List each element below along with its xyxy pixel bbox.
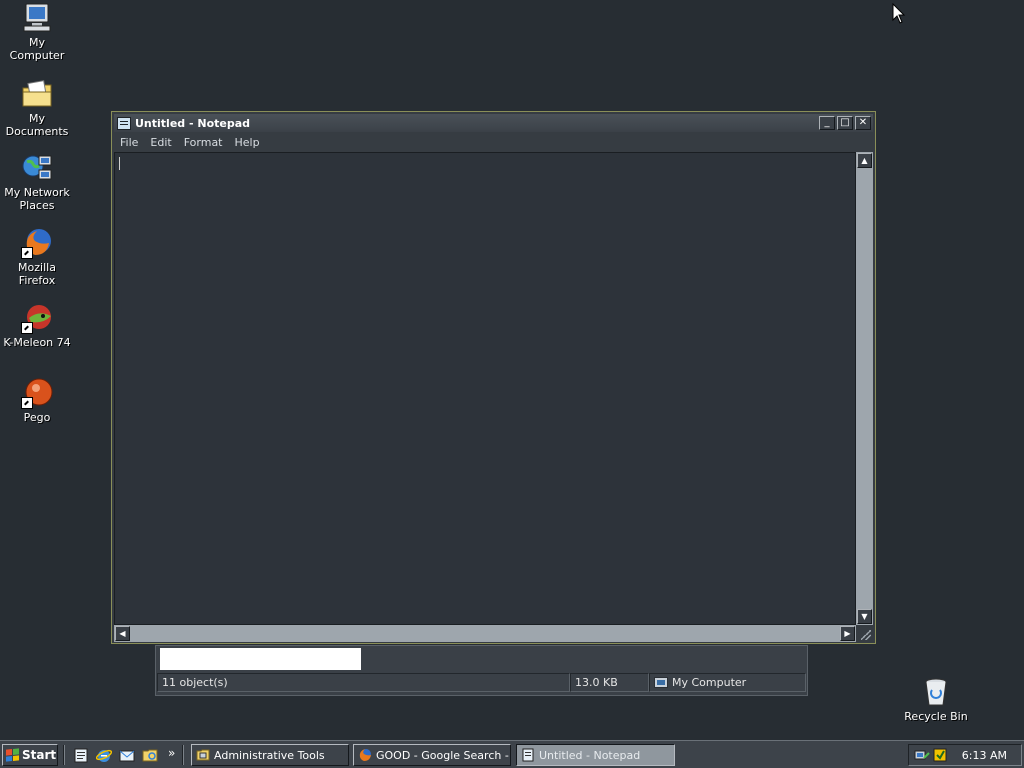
desktop-icon-label: My Computer — [9, 36, 65, 62]
firefox-icon — [359, 749, 371, 761]
menu-help[interactable]: Help — [229, 136, 266, 149]
status-bar: 11 object(s) 13.0 KB My Computer — [157, 673, 806, 692]
start-label: Start — [22, 748, 57, 762]
my-documents-icon — [21, 78, 53, 110]
desktop-icon-my-documents[interactable]: My Documents — [0, 78, 74, 138]
task-label: Administrative Tools — [214, 748, 325, 762]
desktop-icon-network-places[interactable]: My Network Places — [0, 152, 74, 212]
firefox-icon — [21, 227, 53, 259]
menu-format[interactable]: Format — [178, 136, 229, 149]
desktop-icon-label: My Network Places — [4, 186, 70, 212]
title-bar[interactable]: Untitled - Notepad _ □ ✕ — [114, 114, 873, 132]
task-notepad[interactable]: Untitled - Notepad — [516, 744, 675, 766]
close-icon: ✕ — [858, 117, 868, 128]
close-button[interactable]: ✕ — [855, 116, 871, 130]
scroll-down-button[interactable]: ▼ — [857, 609, 872, 624]
scroll-left-button[interactable]: ◀ — [115, 626, 130, 641]
my-computer-icon — [654, 677, 668, 688]
administrative-tools-icon — [196, 749, 210, 761]
status-location: My Computer — [649, 673, 806, 692]
desktop-icon-label: Mozilla Firefox — [18, 261, 56, 287]
start-button[interactable]: Start — [2, 744, 58, 766]
taskbar: Start » Administrative Tools GOOD - Goog… — [0, 740, 1024, 768]
taskbar-separator — [182, 745, 184, 765]
status-location-label: My Computer — [672, 676, 747, 689]
clock[interactable]: 6:13 AM — [962, 749, 1007, 762]
desktop-icon-label: My Documents — [5, 112, 69, 138]
task-google-search[interactable]: GOOD - Google Search - ... — [353, 744, 511, 766]
shortcut-arrow-icon — [21, 247, 33, 259]
folder-icon[interactable] — [142, 747, 158, 763]
scroll-up-button[interactable]: ▲ — [857, 153, 872, 168]
text-editor[interactable] — [114, 152, 856, 625]
windows-logo-icon — [6, 748, 19, 762]
desktop-icon-label: Recycle Bin — [904, 710, 968, 723]
menu-file[interactable]: File — [114, 136, 144, 149]
text-caret — [119, 157, 120, 170]
desktop-icon-label: K-Meleon 74 — [3, 336, 71, 349]
window-title: Untitled - Notepad — [135, 116, 251, 130]
system-tray: 6:13 AM — [908, 744, 1022, 766]
scroll-right-button[interactable]: ▶ — [840, 626, 855, 641]
notepad-icon[interactable] — [117, 116, 131, 130]
network-tray-icon[interactable] — [914, 748, 930, 762]
pego-icon — [21, 377, 53, 409]
horizontal-scrollbar[interactable]: ◀ ▶ — [114, 625, 856, 642]
status-size: 13.0 KB — [570, 673, 649, 692]
update-tray-icon[interactable] — [933, 748, 947, 762]
resize-grip[interactable] — [856, 625, 873, 642]
notepad-icon[interactable] — [73, 747, 89, 763]
status-object-count: 11 object(s) — [157, 673, 570, 692]
notepad-icon — [522, 748, 534, 762]
recycle-bin-icon — [920, 676, 952, 708]
maximize-button[interactable]: □ — [837, 116, 853, 130]
quick-launch-overflow[interactable]: » — [168, 746, 175, 760]
task-label: GOOD - Google Search - ... — [376, 748, 511, 762]
menu-edit[interactable]: Edit — [144, 136, 177, 149]
maximize-icon: □ — [840, 117, 850, 128]
network-places-icon — [21, 152, 53, 184]
minimize-icon: _ — [824, 117, 830, 128]
my-computer-icon — [21, 2, 53, 34]
notepad-window[interactable]: Untitled - Notepad _ □ ✕ File Edit Forma… — [111, 111, 876, 644]
desktop-icon-k-meleon[interactable]: K-Meleon 74 — [0, 302, 74, 349]
desktop-icon-my-computer[interactable]: My Computer — [0, 2, 74, 62]
desktop-icon-recycle-bin[interactable]: Recycle Bin — [900, 676, 972, 723]
k-meleon-icon — [21, 302, 53, 334]
shortcut-arrow-icon — [21, 322, 33, 334]
desktop-icon-label: Pego — [23, 411, 51, 424]
taskbar-separator — [63, 745, 65, 765]
mouse-cursor-icon — [892, 3, 906, 24]
outlook-icon[interactable] — [119, 747, 135, 763]
ie-icon[interactable] — [96, 747, 112, 763]
task-label: Untitled - Notepad — [539, 748, 641, 762]
shortcut-arrow-icon — [21, 397, 33, 409]
minimize-button[interactable]: _ — [819, 116, 835, 130]
vertical-scrollbar[interactable]: ▲ ▼ — [856, 152, 873, 625]
desktop-icon-pego[interactable]: Pego — [0, 377, 74, 424]
desktop-icon-firefox[interactable]: Mozilla Firefox — [0, 227, 74, 287]
background-explorer-window[interactable]: 11 object(s) 13.0 KB My Computer — [155, 645, 808, 696]
task-administrative-tools[interactable]: Administrative Tools — [191, 744, 349, 766]
address-area — [160, 648, 361, 670]
menu-bar: File Edit Format Help — [114, 133, 873, 151]
